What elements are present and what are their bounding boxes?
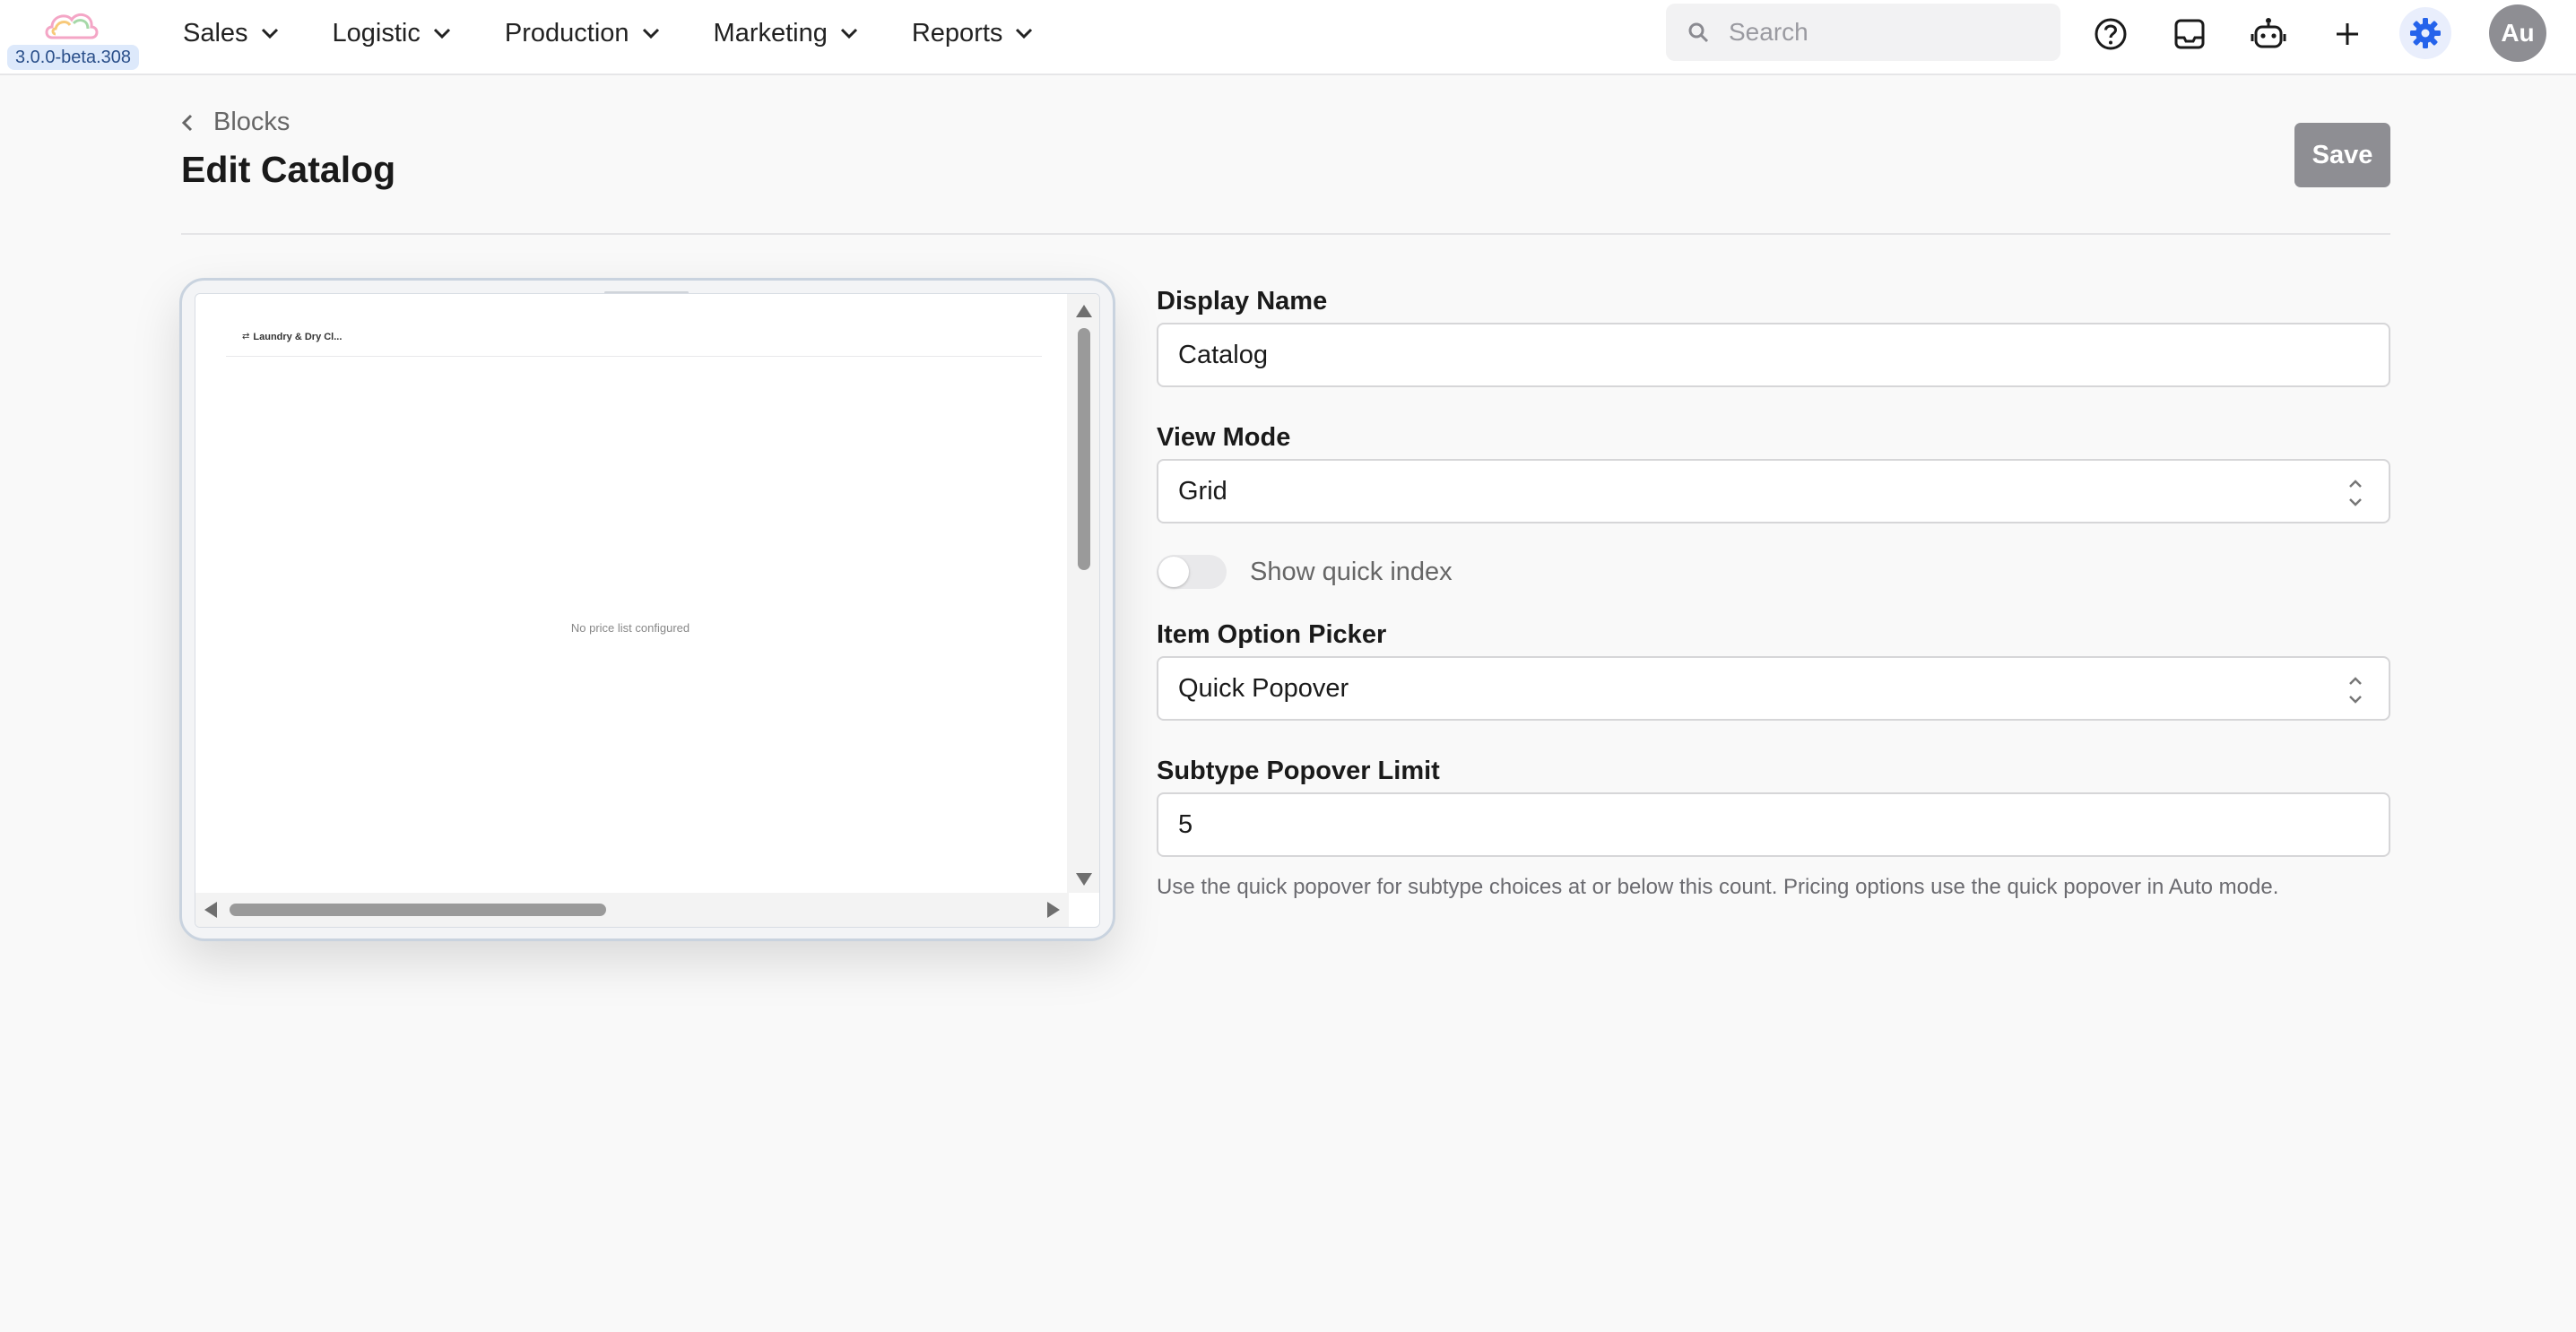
block-settings-form: Display Name Catalog View Mode Grid Show… (1157, 287, 2390, 900)
settings-button[interactable] (2399, 7, 2451, 59)
nav-reports-label: Reports (911, 18, 1003, 48)
view-mode-label: View Mode (1157, 423, 1291, 452)
chevron-up-down-icon (2349, 480, 2362, 506)
chevron-left-icon (181, 114, 193, 131)
quick-index-label: Show quick index (1250, 557, 1453, 586)
swap-icon: ⇄ (242, 332, 250, 342)
view-mode-select[interactable]: Grid (1157, 459, 2390, 523)
nav-production[interactable]: Production (505, 19, 660, 48)
subtype-popover-limit-help: Use the quick popover for subtype choice… (1157, 875, 2279, 899)
nav-sales-label: Sales (183, 18, 248, 48)
chevron-up-down-icon (2349, 677, 2362, 704)
scroll-left-arrow-icon[interactable] (204, 902, 217, 918)
search-input[interactable]: Search (1666, 4, 2060, 61)
robot-icon (2251, 18, 2286, 48)
version-badge: 3.0.0-beta.308 (7, 45, 139, 70)
nav-marketing-label: Marketing (713, 18, 828, 48)
display-name-label: Display Name (1157, 287, 1328, 316)
chevron-down-icon (433, 28, 450, 39)
toggle-knob (1158, 557, 1189, 587)
inbox-icon (2174, 19, 2205, 49)
horizontal-scroll-thumb[interactable] (230, 904, 606, 916)
preview-vertical-scrollbar[interactable] (1067, 294, 1099, 893)
chevron-down-icon (840, 28, 857, 39)
search-placeholder: Search (1729, 18, 1808, 46)
breadcrumb-label: Blocks (213, 108, 291, 136)
top-navigation-bar: 3.0.0-beta.308 Sales Logistic Production… (0, 0, 2576, 75)
nav-reports[interactable]: Reports (912, 19, 1034, 48)
chevron-down-icon (1016, 28, 1033, 39)
nav-production-label: Production (504, 18, 629, 48)
view-mode-value: Grid (1178, 476, 1227, 506)
item-option-picker-label: Item Option Picker (1157, 620, 1387, 649)
scroll-down-arrow-icon[interactable] (1076, 873, 1092, 886)
preview-store-name: Laundry & Dry Cl... (253, 332, 343, 342)
nav-logistic-label: Logistic (332, 18, 421, 48)
scroll-right-arrow-icon[interactable] (1047, 902, 1060, 918)
item-option-picker-select[interactable]: Quick Popover (1157, 656, 2390, 721)
preview-header: ⇄ Laundry & Dry Cl... (226, 330, 1042, 357)
plus-icon (2337, 23, 2358, 45)
nav-sales[interactable]: Sales (183, 19, 279, 48)
header-divider (181, 233, 2390, 235)
item-option-picker-value: Quick Popover (1178, 673, 1349, 703)
display-name-value: Catalog (1178, 340, 1268, 369)
scroll-up-arrow-icon[interactable] (1076, 305, 1092, 317)
app-logo-icon[interactable] (43, 7, 102, 48)
breadcrumb-back-link[interactable]: Blocks (181, 108, 290, 137)
vertical-scroll-thumb[interactable] (1078, 328, 1090, 570)
add-button[interactable] (2324, 11, 2371, 57)
inbox-button[interactable] (2166, 11, 2213, 57)
main-menu: Sales Logistic Production Marketing Repo… (183, 0, 1087, 66)
assistant-button[interactable] (2245, 11, 2292, 57)
help-button[interactable] (2087, 11, 2134, 57)
preview-screen: ⇄ Laundry & Dry Cl... No price list conf… (195, 293, 1100, 928)
user-avatar[interactable]: Au (2489, 4, 2546, 62)
preview-horizontal-scrollbar[interactable] (195, 893, 1069, 927)
block-preview-device: ⇄ Laundry & Dry Cl... No price list conf… (179, 278, 1115, 941)
gear-icon (2410, 18, 2441, 48)
display-name-field[interactable]: Catalog (1157, 323, 2390, 387)
subtype-popover-limit-value: 5 (1178, 809, 1193, 839)
search-icon (1688, 22, 1709, 43)
page-title: Edit Catalog (181, 149, 396, 190)
quick-index-row: Show quick index (1157, 550, 2390, 593)
quick-index-toggle[interactable] (1157, 555, 1227, 589)
subtype-popover-limit-field[interactable]: 5 (1157, 792, 2390, 857)
chevron-down-icon (261, 28, 278, 39)
nav-logistic[interactable]: Logistic (333, 19, 451, 48)
save-button[interactable]: Save (2294, 123, 2390, 187)
help-icon (2095, 18, 2127, 50)
nav-marketing[interactable]: Marketing (714, 19, 858, 48)
chevron-down-icon (642, 28, 659, 39)
preview-empty-message: No price list configured (570, 621, 690, 635)
subtype-popover-limit-label: Subtype Popover Limit (1157, 757, 1440, 785)
